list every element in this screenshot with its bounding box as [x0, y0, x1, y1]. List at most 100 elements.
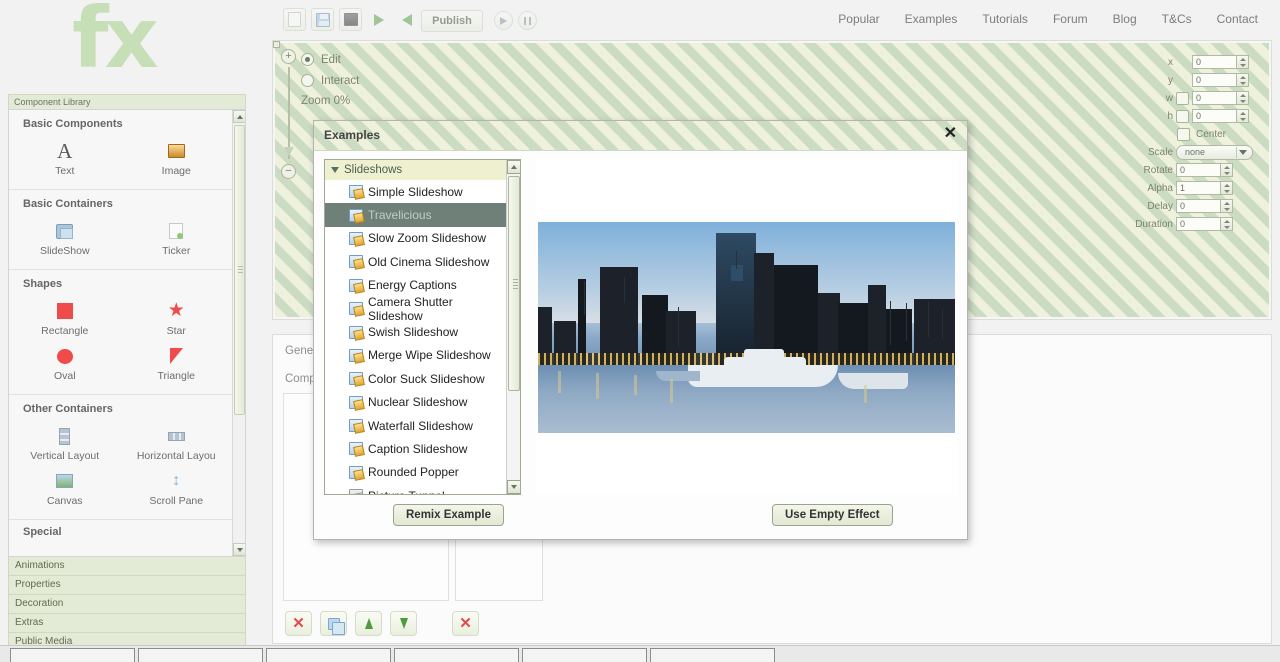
spinner-buttons[interactable]	[1220, 217, 1233, 231]
nav-item-popular[interactable]: Popular	[838, 12, 879, 26]
scrollbar-thumb[interactable]	[234, 125, 245, 415]
center-checkbox[interactable]	[1177, 127, 1190, 141]
library-item-rectangle[interactable]: Rectangle	[9, 294, 121, 339]
h-input[interactable]	[1192, 109, 1236, 123]
radio-icon[interactable]	[301, 74, 314, 87]
tree-item-camera-shutter-slideshow[interactable]: Camera Shutter Slideshow	[325, 295, 506, 323]
publish-button[interactable]: Publish	[421, 10, 483, 32]
browser-tab[interactable]	[266, 648, 391, 662]
redo-button[interactable]	[395, 8, 418, 31]
zoom-slider[interactable]: + −	[281, 49, 303, 179]
new-document-button[interactable]	[283, 8, 306, 31]
alpha-input[interactable]	[1176, 181, 1220, 195]
tree-item-old-cinema-slideshow[interactable]: Old Cinema Slideshow	[325, 250, 506, 274]
duration-input[interactable]	[1176, 217, 1220, 231]
delay-input[interactable]	[1176, 199, 1220, 213]
pause-button[interactable]	[518, 11, 537, 30]
zoom-slider-thumb[interactable]	[284, 147, 294, 156]
spinner-buttons[interactable]	[1236, 109, 1249, 123]
undo-button[interactable]	[367, 8, 390, 31]
library-item-vertical-layout[interactable]: Vertical Layout	[9, 419, 121, 464]
browser-tab[interactable]	[522, 648, 647, 662]
delete-property-button[interactable]: ✕	[452, 611, 479, 636]
remix-example-button[interactable]: Remix Example	[393, 504, 505, 526]
spinner-buttons[interactable]	[1236, 55, 1249, 69]
accordion-item-extras[interactable]: Extras	[8, 614, 246, 633]
library-item-triangle[interactable]: Triangle	[121, 339, 233, 384]
tree-item-rounded-popper[interactable]: Rounded Popper	[325, 460, 506, 485]
scrollbar-thumb[interactable]	[508, 176, 520, 391]
tree-item-slow-zoom-slideshow[interactable]: Slow Zoom Slideshow	[325, 226, 506, 251]
height-lock-checkbox[interactable]	[1176, 109, 1189, 123]
nav-item-forum[interactable]: Forum	[1053, 12, 1088, 26]
nav-item-tcs[interactable]: T&Cs	[1162, 12, 1192, 26]
tree-item-swish-slideshow[interactable]: Swish Slideshow	[325, 320, 506, 344]
tree-item-merge-wipe-slideshow[interactable]: Merge Wipe Slideshow	[325, 343, 506, 368]
spinner-buttons[interactable]	[1220, 199, 1233, 213]
scroll-up-button[interactable]	[233, 110, 245, 123]
nav-item-examples[interactable]: Examples	[905, 12, 958, 26]
spinner-buttons[interactable]	[1236, 73, 1249, 87]
browser-tab[interactable]	[138, 648, 263, 662]
component-library-scrollbar[interactable]	[232, 110, 245, 556]
canvas-resize-handle[interactable]	[273, 41, 280, 48]
mode-option-edit[interactable]: Edit	[301, 53, 359, 66]
nav-item-tutorials[interactable]: Tutorials	[982, 12, 1028, 26]
accordion-item-decoration[interactable]: Decoration	[8, 595, 246, 614]
accordion-item-properties[interactable]: Properties	[8, 576, 246, 595]
nav-item-contact[interactable]: Contact	[1217, 12, 1258, 26]
library-item-image[interactable]: Image	[121, 134, 233, 179]
move-down-button[interactable]	[390, 611, 417, 636]
library-item-canvas[interactable]: Canvas	[9, 464, 121, 509]
zoom-slider-track[interactable]	[288, 67, 290, 159]
library-item-star[interactable]: ★ Star	[121, 294, 233, 339]
library-item-text[interactable]: A Text	[9, 134, 121, 179]
zoom-in-button[interactable]: +	[281, 49, 296, 64]
browser-tab[interactable]	[394, 648, 519, 662]
tree-item-picture-tunnel[interactable]: Picture Tunnel	[325, 484, 506, 494]
tree-item-travelicious[interactable]: Travelicious	[325, 203, 506, 227]
spinner-buttons[interactable]	[1220, 181, 1233, 195]
zoom-out-button[interactable]: −	[281, 164, 296, 179]
scroll-up-button[interactable]	[507, 160, 520, 174]
examples-tree-scrollbar[interactable]	[506, 160, 520, 494]
library-item-scroll-pane[interactable]: ↕ Scroll Pane	[121, 464, 233, 509]
tree-item-simple-slideshow[interactable]: Simple Slideshow	[325, 180, 506, 204]
radio-icon[interactable]	[301, 53, 314, 66]
nav-item-blog[interactable]: Blog	[1113, 12, 1137, 26]
open-media-button[interactable]	[339, 8, 362, 31]
browser-tab[interactable]	[650, 648, 775, 662]
tree-item-waterfall-slideshow[interactable]: Waterfall Slideshow	[325, 413, 506, 438]
browser-tab[interactable]	[10, 648, 135, 662]
play-button[interactable]	[494, 11, 513, 30]
rotate-input[interactable]	[1176, 163, 1220, 177]
save-button[interactable]	[311, 8, 334, 31]
tree-item-nuclear-slideshow[interactable]: Nuclear Slideshow	[325, 390, 506, 414]
delete-component-button[interactable]: ✕	[285, 611, 312, 636]
scroll-down-button[interactable]	[507, 480, 520, 494]
scroll-down-button[interactable]	[233, 543, 245, 556]
tree-item-caption-slideshow[interactable]: Caption Slideshow	[325, 437, 506, 461]
library-item-ticker[interactable]: Ticker	[121, 214, 233, 259]
spinner-buttons[interactable]	[1220, 163, 1233, 177]
dialog-title-bar[interactable]: Examples ✕	[314, 121, 967, 151]
y-input[interactable]	[1192, 73, 1236, 87]
x-input[interactable]	[1192, 55, 1236, 69]
w-input[interactable]	[1192, 91, 1236, 105]
duplicate-component-button[interactable]	[320, 611, 347, 636]
move-up-button[interactable]	[355, 611, 382, 636]
library-item-slideshow[interactable]: SlideShow	[9, 214, 121, 259]
close-icon[interactable]: ✕	[944, 126, 957, 142]
width-lock-checkbox[interactable]	[1176, 91, 1189, 105]
accordion-item-animations[interactable]: Animations	[8, 557, 246, 576]
use-empty-effect-button[interactable]: Use Empty Effect	[772, 504, 893, 526]
library-item-horizontal-layout[interactable]: Horizontal Layou	[121, 419, 233, 464]
tree-group-slideshows[interactable]: Slideshows	[325, 160, 506, 180]
library-item-oval[interactable]: Oval	[9, 339, 121, 384]
tree-item-color-suck-slideshow[interactable]: Color Suck Slideshow	[325, 367, 506, 391]
spinner-buttons[interactable]	[1236, 91, 1249, 105]
tree-item-energy-captions[interactable]: Energy Captions	[325, 273, 506, 297]
scale-select[interactable]: none	[1176, 144, 1253, 160]
property-row-delay: Delay	[1141, 197, 1261, 215]
mode-option-interact[interactable]: Interact	[301, 74, 359, 87]
